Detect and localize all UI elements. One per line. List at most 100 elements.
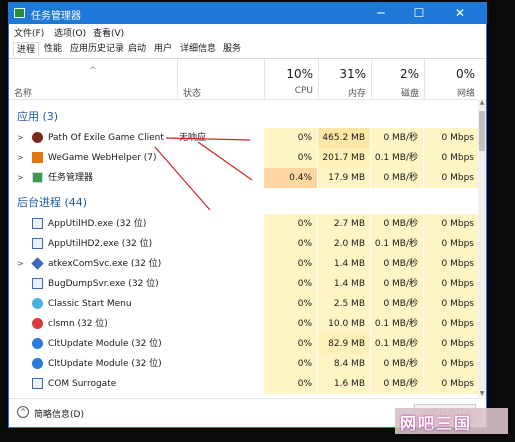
tab-performance[interactable]: 性能 <box>41 42 65 57</box>
cpu-cell: 0% <box>264 234 317 254</box>
tab-details[interactable]: 详细信息 <box>177 42 219 57</box>
tab-app-history[interactable]: 应用历史记录 <box>67 42 127 57</box>
memory-cell: 2.7 MB <box>318 214 370 234</box>
table-row[interactable]: > WeGame WebHelper (7) 0% 201.7 MB 0.1 M… <box>9 148 478 168</box>
vertical-scrollbar[interactable]: ▲ ▼ <box>478 99 486 397</box>
column-status-area[interactable]: 状态 <box>177 59 264 99</box>
menu-file[interactable]: 文件(F) <box>14 26 44 39</box>
tab-startup[interactable]: 启动 <box>125 42 149 57</box>
memory-cell: 10.0 MB <box>318 314 370 334</box>
process-name: AppUtilHD2.exe (32 位) <box>48 239 153 249</box>
network-cell: 0 Mbps <box>424 148 478 168</box>
table-row[interactable]: BugDumpSvr.exe (32 位) 0% 1.4 MB 0 MB/秒 0… <box>9 274 478 294</box>
memory-cell: 8.4 MB <box>318 354 370 374</box>
cpu-percent: 10% <box>286 67 313 81</box>
table-row[interactable]: CltUpdate Module (32 位) 0% 8.4 MB 0 MB/秒… <box>9 354 478 374</box>
table-row[interactable]: COM Surrogate 0% 1.6 MB 0 MB/秒 0 Mbps <box>9 374 478 394</box>
collapse-chevron-icon[interactable]: ^ <box>17 406 29 418</box>
window-title: 任务管理器 <box>31 11 81 22</box>
memory-cell: 1.4 MB <box>318 254 370 274</box>
disk-cell: 0 MB/秒 <box>371 354 423 374</box>
disk-cell: 0 MB/秒 <box>371 128 423 148</box>
process-name: Path Of Exile Game Client <box>48 133 164 143</box>
expand-chevron-icon[interactable]: > <box>17 128 24 148</box>
network-cell: 0 Mbps <box>424 354 478 374</box>
tab-processes[interactable]: 进程 <box>13 42 40 57</box>
cpu-label: CPU <box>294 86 313 96</box>
disk-cell: 0 MB/秒 <box>371 274 423 294</box>
memory-cell: 82.9 MB <box>318 334 370 354</box>
table-row[interactable]: AppUtilHD2.exe (32 位) 0% 2.0 MB 0.1 MB/秒… <box>9 234 478 254</box>
column-name[interactable]: 名称 <box>14 86 32 99</box>
table-row[interactable]: > atkexComSvc.exe (32 位) 0% 1.4 MB 0 MB/… <box>9 254 478 274</box>
table-row[interactable]: CltUpdate Module (32 位) 0% 82.9 MB 0.1 M… <box>9 334 478 354</box>
wegame-icon <box>32 152 43 163</box>
memory-label: 内存 <box>347 89 366 99</box>
window-icon <box>32 278 43 289</box>
cpu-cell: 0% <box>264 254 317 274</box>
taskmgr-icon <box>32 172 43 183</box>
column-status: 状态 <box>183 89 202 99</box>
service-icon <box>31 257 44 270</box>
scrollbar-thumb[interactable] <box>479 111 485 151</box>
cpu-cell: 0% <box>264 314 317 334</box>
disk-cell: 0 MB/秒 <box>371 214 423 234</box>
close-button[interactable]: ✕ <box>445 3 475 24</box>
column-disk[interactable]: 2% 磁盘 <box>371 59 424 99</box>
window-icon <box>32 218 43 229</box>
expand-chevron-icon[interactable]: > <box>17 254 24 274</box>
process-name: COM Surrogate <box>48 379 117 389</box>
poe-icon <box>32 132 43 143</box>
table-row[interactable]: > 任务管理器 0.4% 17.9 MB 0 MB/秒 0 Mbps <box>9 168 478 188</box>
menu-view[interactable]: 查看(V) <box>93 26 124 39</box>
tab-services[interactable]: 服务 <box>220 42 244 57</box>
column-memory[interactable]: 31% 内存 <box>318 59 371 99</box>
memory-cell: 2.0 MB <box>318 234 370 254</box>
network-cell: 0 Mbps <box>424 334 478 354</box>
memory-cell: 17.9 MB <box>318 168 370 188</box>
cpu-cell: 0% <box>264 334 317 354</box>
disk-cell: 0 MB/秒 <box>371 374 423 394</box>
shell-icon <box>32 298 43 309</box>
tab-users[interactable]: 用户 <box>151 42 175 57</box>
column-cpu[interactable]: 10% CPU <box>264 59 318 99</box>
scroll-up-icon[interactable]: ▲ <box>478 99 486 106</box>
expand-chevron-icon[interactable]: > <box>17 168 24 188</box>
network-label: 网络 <box>456 89 475 99</box>
group-apps[interactable]: 应用 (3) <box>9 108 478 126</box>
table-row[interactable]: clsmn (32 位) 0% 10.0 MB 0.1 MB/秒 0 Mbps <box>9 314 478 334</box>
table-row[interactable]: Classic Start Menu 0% 2.5 MB 0 MB/秒 0 Mb… <box>9 294 478 314</box>
disk-cell: 0 MB/秒 <box>371 168 423 188</box>
process-name: AppUtilHD.exe (32 位) <box>48 219 147 229</box>
memory-cell: 1.4 MB <box>318 274 370 294</box>
memory-percent: 31% <box>339 67 366 81</box>
memory-cell: 465.2 MB <box>318 128 370 148</box>
brief-info-link[interactable]: 简略信息(D) <box>34 407 84 420</box>
cpu-cell: 0% <box>264 354 317 374</box>
process-name: CltUpdate Module (32 位) <box>48 359 162 369</box>
disk-cell: 0 MB/秒 <box>371 294 423 314</box>
menu-options[interactable]: 选项(O) <box>54 26 86 39</box>
memory-cell: 2.5 MB <box>318 294 370 314</box>
expand-chevron-icon[interactable]: > <box>17 148 24 168</box>
group-background-label: 后台进程 (44) <box>17 196 88 209</box>
window-icon <box>32 378 43 389</box>
network-cell: 0 Mbps <box>424 128 478 148</box>
network-cell: 0 Mbps <box>424 254 478 274</box>
cpu-cell: 0% <box>264 374 317 394</box>
minimize-button[interactable]: ─ <box>366 3 396 24</box>
maximize-button[interactable]: ☐ <box>404 3 434 24</box>
process-name: 任务管理器 <box>48 173 94 183</box>
update-icon <box>32 338 43 349</box>
menu-bar: 文件(F) 选项(O) 查看(V) <box>9 24 486 39</box>
table-row[interactable]: > Path Of Exile Game Client 无响应 0% 465.2… <box>9 128 478 148</box>
memory-cell: 201.7 MB <box>318 148 370 168</box>
group-background[interactable]: 后台进程 (44) <box>9 194 478 212</box>
update-icon <box>32 358 43 369</box>
table-row[interactable]: AppUtilHD.exe (32 位) 0% 2.7 MB 0 MB/秒 0 … <box>9 214 478 234</box>
watermark-text: 网吧三国 <box>400 414 473 433</box>
scroll-down-icon[interactable]: ▼ <box>478 390 486 397</box>
process-name: WeGame WebHelper (7) <box>48 153 157 163</box>
column-network[interactable]: 0% 网络 <box>424 59 480 99</box>
disk-cell: 0.1 MB/秒 <box>371 314 423 334</box>
